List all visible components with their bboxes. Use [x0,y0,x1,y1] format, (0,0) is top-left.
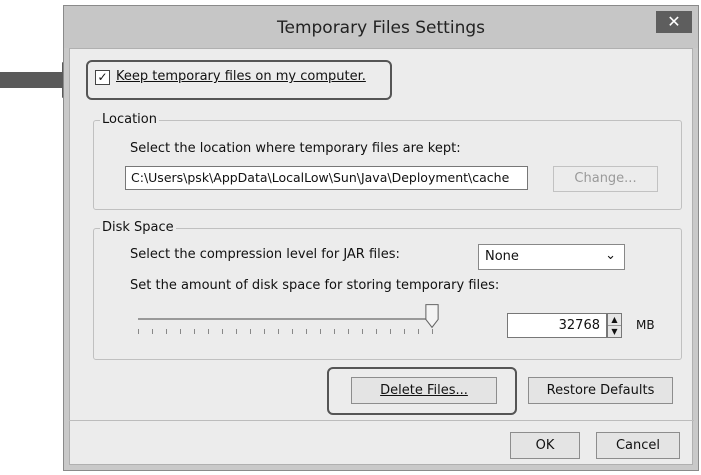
slider-tick [432,329,433,334]
ok-button[interactable]: OK [510,432,580,459]
compression-value: None [485,249,519,264]
slider-tick [418,329,419,334]
slider-tick [376,329,377,334]
slider-ticks [138,329,438,335]
unit-label: MB [636,318,655,332]
delete-files-button[interactable]: Delete Files... [351,377,497,404]
disk-space-input[interactable]: 32768 [507,313,607,338]
disk-space-spinner[interactable]: ▲ ▼ [607,313,622,338]
cancel-button[interactable]: Cancel [596,432,680,459]
restore-defaults-button[interactable]: Restore Defaults [528,377,673,404]
slider-tick [390,329,391,334]
slider-tick [264,329,265,334]
slider-tick [334,329,335,334]
close-icon: ✕ [667,12,681,31]
compression-select[interactable]: None ⌄ [478,244,625,270]
slider-tick [362,329,363,334]
spin-up-icon[interactable]: ▲ [608,314,621,326]
slider-tick [180,329,181,334]
slider-tick [236,329,237,334]
checkmark-icon: ✓ [97,70,108,84]
slider-tick [166,329,167,334]
slider-tick [348,329,349,334]
footer-divider [69,420,694,421]
change-button[interactable]: Change... [553,166,658,192]
slider-tick [194,329,195,334]
slider-tick [306,329,307,334]
slider-tick [222,329,223,334]
disk-amount-prompt: Set the amount of disk space for storing… [130,278,500,293]
chevron-down-icon: ⌄ [605,248,616,263]
keep-files-checkbox[interactable]: ✓ [95,70,110,85]
spin-down-icon[interactable]: ▼ [608,326,621,338]
close-button[interactable]: ✕ [656,11,692,33]
slider-tick [152,329,153,334]
location-group: Location [93,112,682,210]
dialog-title: Temporary Files Settings [276,18,485,38]
slider-tick [250,329,251,334]
disk-space-legend: Disk Space [100,220,176,235]
disk-space-slider-track[interactable] [138,318,438,320]
slider-tick [292,329,293,334]
location-prompt: Select the location where temporary file… [130,141,461,156]
slider-tick [320,329,321,334]
slider-tick [278,329,279,334]
slider-tick [208,329,209,334]
location-legend: Location [100,112,159,127]
cache-path-field[interactable]: C:\Users\psk\AppData\LocalLow\Sun\Java\D… [125,166,528,190]
compression-prompt: Select the compression level for JAR fil… [130,247,400,262]
slider-tick [138,329,139,334]
slider-thumb[interactable] [425,303,439,329]
slider-tick [404,329,405,334]
title-bar: Temporary Files Settings ✕ [64,6,698,48]
keep-files-label[interactable]: Keep temporary files on my computer. [116,69,366,84]
